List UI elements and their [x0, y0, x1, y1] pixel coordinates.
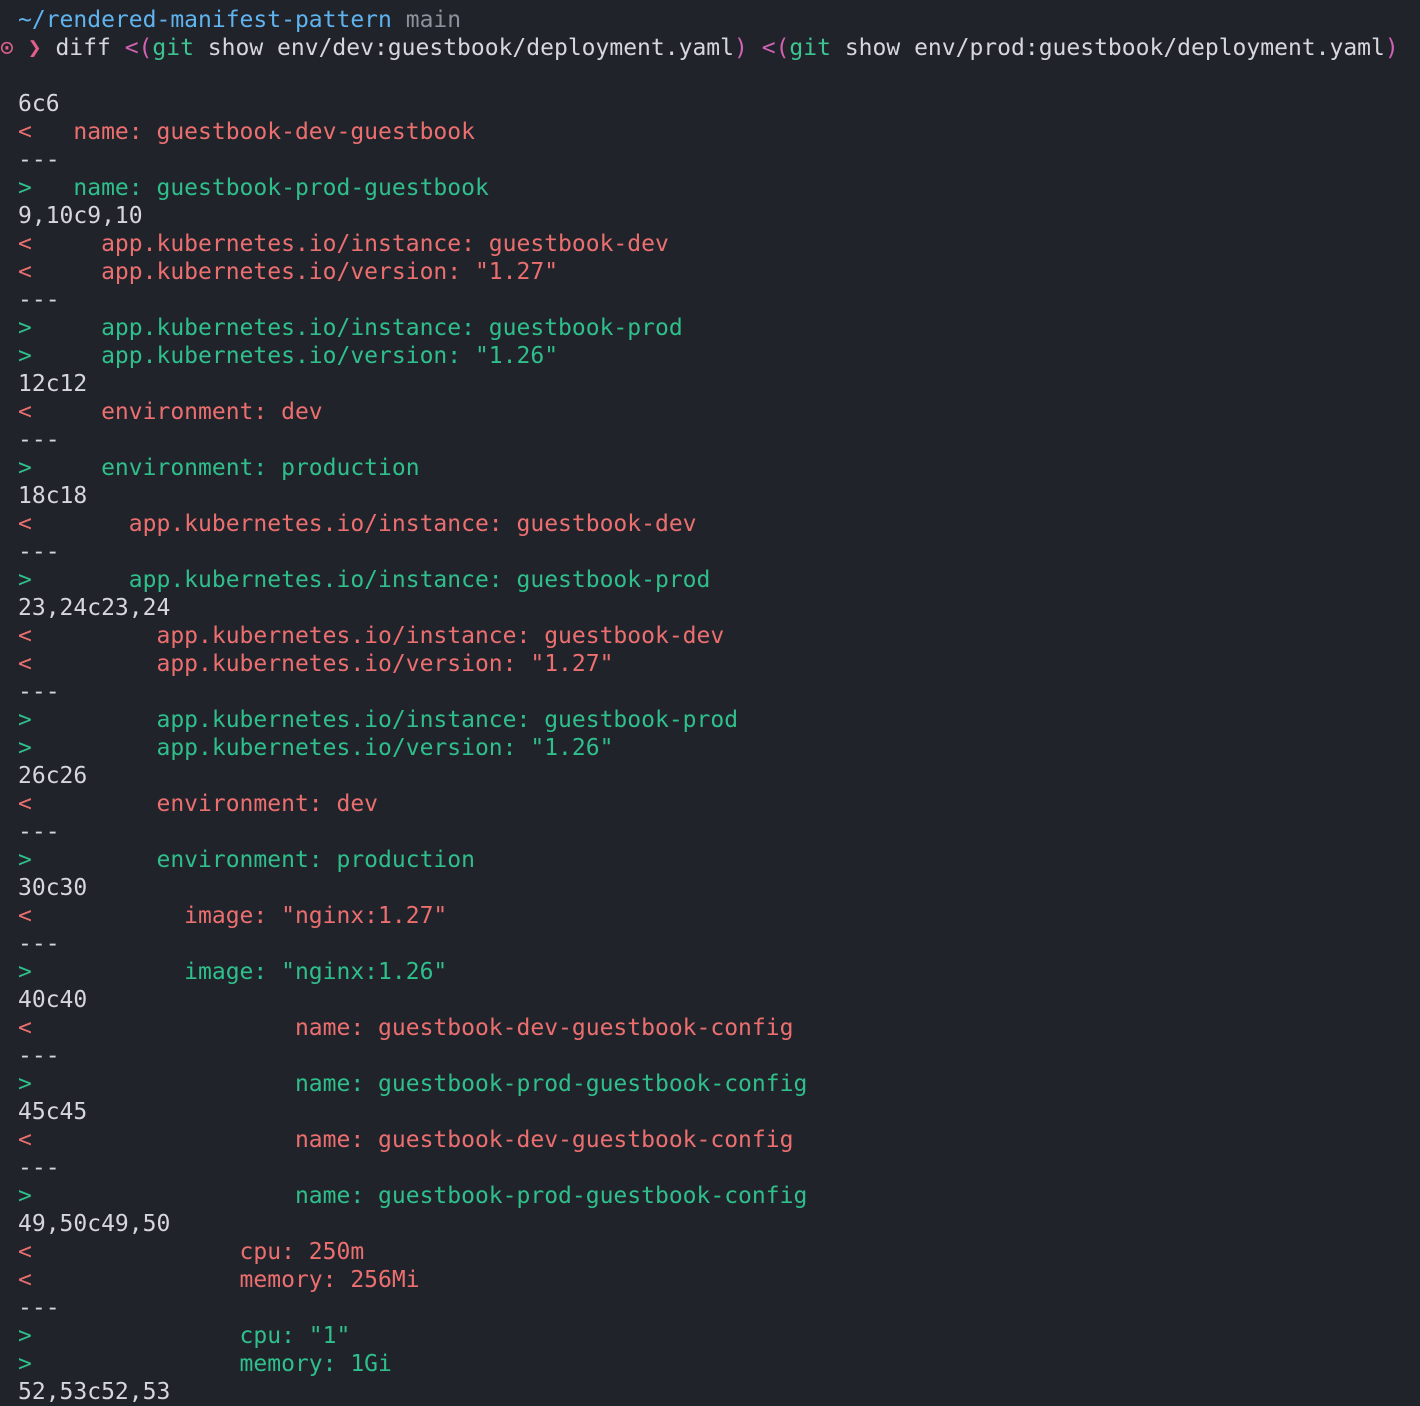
exit-status-icon: ⊙ [0, 35, 14, 61]
diff-added-line: > environment: production [18, 847, 475, 873]
diff-removed-line: < name: guestbook-dev-guestbook-config [18, 1015, 794, 1041]
diff-added-line: > name: guestbook-prod-guestbook-config [18, 1071, 808, 1097]
diff-removed-line: < environment: dev [18, 791, 379, 817]
diff-removed-line: < image: "nginx:1.27" [18, 903, 448, 929]
diff-separator: --- [18, 1295, 60, 1321]
diff-separator: --- [18, 147, 60, 173]
git-branch: main [405, 7, 462, 33]
diff-hunk-header: 40c40 [18, 987, 88, 1013]
diff-hunk-header: 23,24c23,24 [18, 595, 171, 621]
prompt-chevron-icon: ❯ [27, 35, 42, 61]
command-line[interactable]: ⊙ ❯ diff <(git show env/dev:guestbook/de… [0, 34, 1420, 62]
process-sub-open-1: <( [124, 35, 153, 61]
prompt-header: ~/rendered-manifest-pattern main [0, 6, 1420, 34]
diff-removed-line: < cpu: 250m [18, 1239, 365, 1265]
process-sub-close-1: ) [734, 35, 748, 61]
diff-removed-line: < environment: dev [18, 399, 323, 425]
diff-separator: --- [18, 1043, 60, 1069]
diff-separator: --- [18, 1155, 60, 1181]
diff-added-line: > cpu: "1" [18, 1323, 351, 1349]
diff-added-line: > app.kubernetes.io/instance: guestbook-… [18, 707, 739, 733]
diff-hunk-header: 6c6 [18, 91, 60, 117]
command-args-2: show env/prod:guestbook/deployment.yaml [844, 35, 1385, 61]
diff-separator: --- [18, 679, 60, 705]
diff-removed-line: < app.kubernetes.io/version: "1.27" [18, 259, 559, 285]
diff-added-line: > app.kubernetes.io/version: "1.26" [18, 735, 614, 761]
process-sub-close-2: ) [1384, 35, 1399, 61]
command-diff: diff [55, 35, 111, 61]
diff-hunk-header: 52,53c52,53 [18, 1379, 171, 1405]
command-git-1: git [152, 35, 194, 61]
diff-hunk-header: 18c18 [18, 483, 88, 509]
diff-separator: --- [18, 287, 60, 313]
diff-removed-line: < app.kubernetes.io/instance: guestbook-… [18, 231, 669, 257]
diff-added-line: > app.kubernetes.io/instance: guestbook-… [18, 315, 683, 341]
process-sub-open-2: <( [761, 35, 790, 61]
diff-removed-line: < app.kubernetes.io/instance: guestbook-… [18, 511, 697, 537]
diff-added-line: > image: "nginx:1.26" [18, 959, 448, 985]
diff-removed-line: < app.kubernetes.io/instance: guestbook-… [18, 623, 725, 649]
diff-added-line: > name: guestbook-prod-guestbook-config [18, 1183, 808, 1209]
diff-removed-line: < memory: 256Mi [18, 1267, 420, 1293]
diff-added-line: > name: guestbook-prod-guestbook [18, 175, 489, 201]
diff-removed-line: < name: guestbook-dev-guestbook [18, 119, 475, 145]
diff-hunk-header: 26c26 [18, 763, 88, 789]
diff-added-line: > memory: 1Gi [18, 1351, 392, 1377]
diff-removed-line: < name: guestbook-dev-guestbook-config [18, 1127, 794, 1153]
diff-hunk-header: 12c12 [18, 371, 88, 397]
diff-hunk-header: 49,50c49,50 [18, 1211, 171, 1237]
diff-hunk-header: 9,10c9,10 [18, 203, 143, 229]
terminal-window[interactable]: ~/rendered-manifest-pattern main ⊙ ❯ dif… [0, 0, 1420, 1406]
diff-removed-line: < app.kubernetes.io/version: "1.27" [18, 651, 614, 677]
diff-separator: --- [18, 931, 60, 957]
diff-hunk-header: 45c45 [18, 1099, 88, 1125]
diff-added-line: > app.kubernetes.io/instance: guestbook-… [18, 567, 711, 593]
diff-separator: --- [18, 819, 60, 845]
current-directory: ~/rendered-manifest-pattern [18, 7, 392, 33]
command-args-1: show env/dev:guestbook/deployment.yaml [207, 35, 734, 61]
diff-hunk-header: 30c30 [18, 875, 88, 901]
diff-added-line: > app.kubernetes.io/version: "1.26" [18, 343, 559, 369]
command-git-2: git [789, 35, 831, 61]
diff-separator: --- [18, 427, 60, 453]
diff-separator: --- [18, 539, 60, 565]
diff-output: 6c6 < name: guestbook-dev-guestbook --- > n… [0, 62, 1420, 1406]
diff-added-line: > environment: production [18, 455, 420, 481]
